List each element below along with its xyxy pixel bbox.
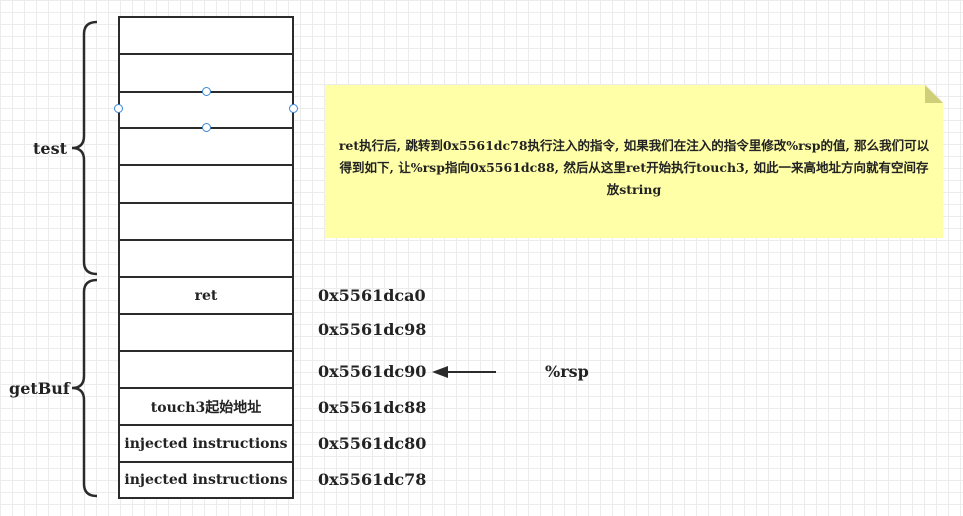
test-brace <box>71 20 98 276</box>
rsp-arrow-head <box>432 366 448 378</box>
address-label: 0x5561dc88 <box>318 398 427 417</box>
address-label: 0x5561dc80 <box>318 434 427 453</box>
rsp-pointer-label: %rsp <box>545 362 589 381</box>
address-label: 0x5561dca0 <box>318 286 426 305</box>
getbuf-brace <box>71 278 98 498</box>
address-label: 0x5561dc78 <box>318 470 427 489</box>
address-label: 0x5561dc90 <box>318 362 427 381</box>
brace-label-getbuf: getBuf <box>9 379 70 398</box>
sticky-note-text: ret执行后, 跳转到0x5561dc78执行注入的指令, 如果我们在注入的指令… <box>338 138 930 197</box>
brace-label-test: test <box>33 139 67 158</box>
sticky-note[interactable]: ret执行后, 跳转到0x5561dc78执行注入的指令, 如果我们在注入的指令… <box>325 85 943 238</box>
address-label: 0x5561dc98 <box>318 320 427 339</box>
diagram-connectors <box>71 20 496 498</box>
